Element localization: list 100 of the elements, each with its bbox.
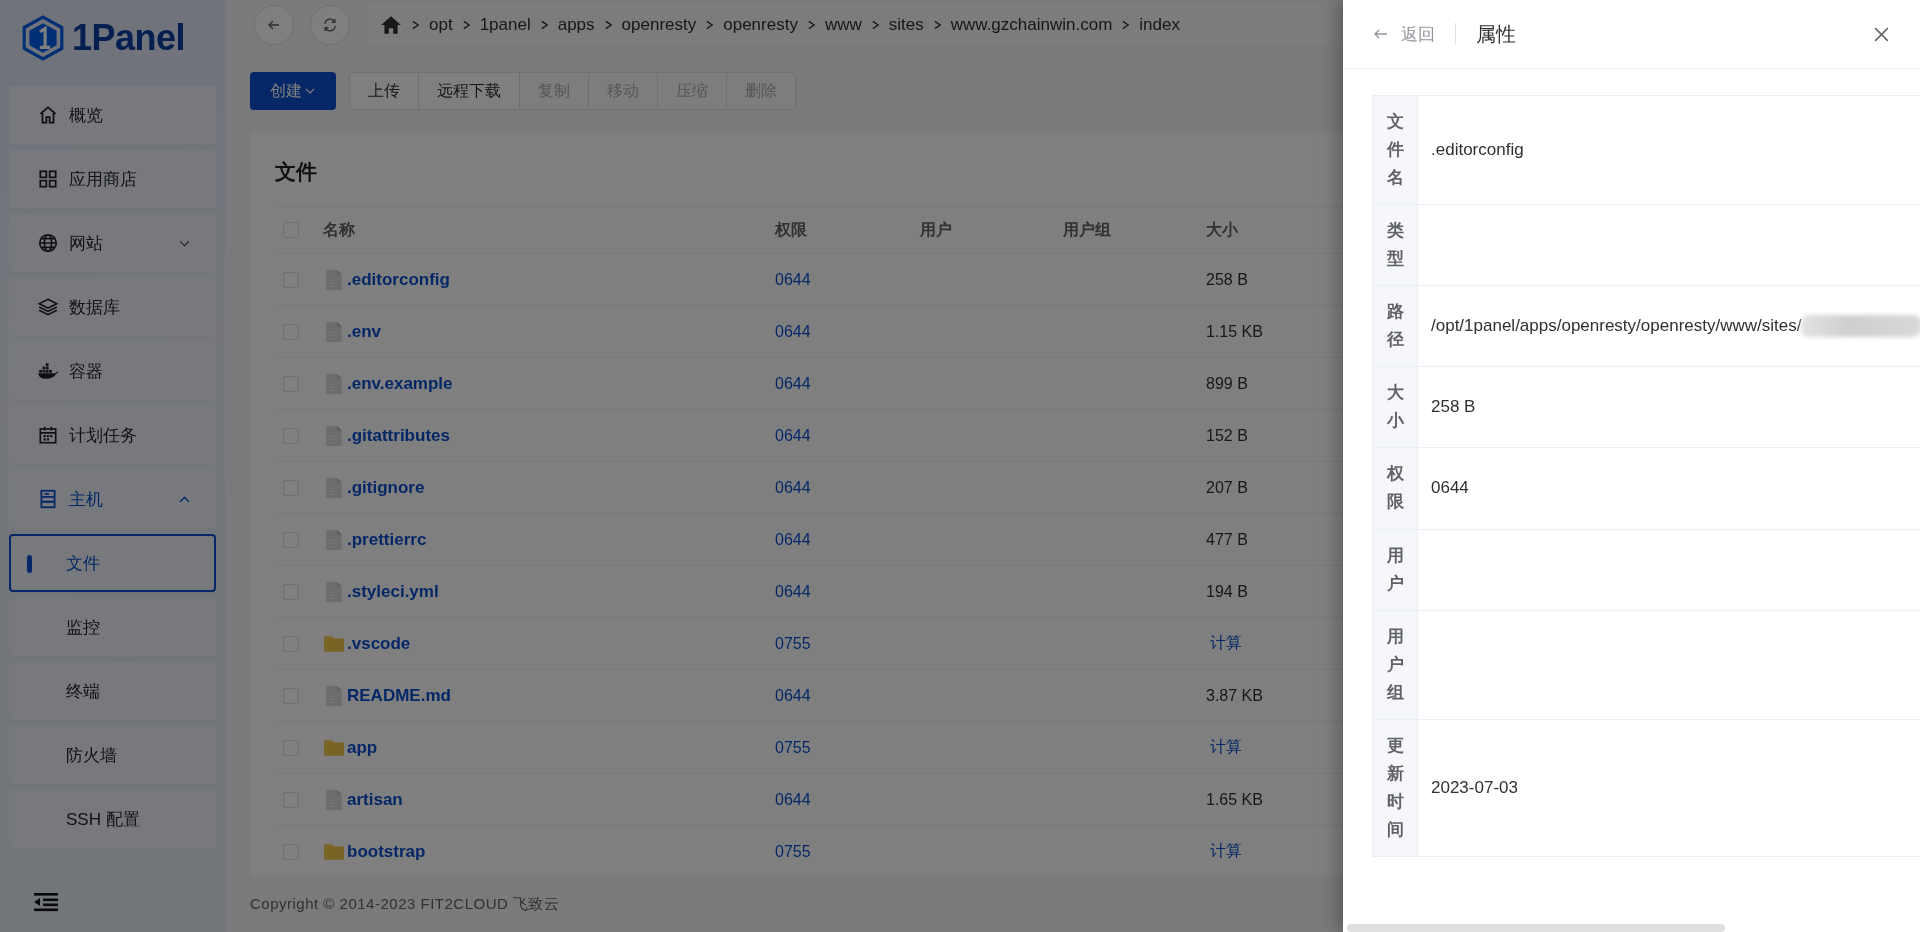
property-label: 用户组 bbox=[1373, 610, 1418, 719]
calendar-icon bbox=[37, 424, 59, 446]
breadcrumb-link[interactable]: openresty bbox=[723, 15, 798, 35]
property-value: .editorconfig bbox=[1431, 140, 1524, 161]
drawer-title: 属性 bbox=[1476, 21, 1517, 47]
sidebar-item[interactable]: 概览 bbox=[9, 86, 216, 144]
sidebar-item[interactable]: 文件 bbox=[9, 534, 216, 592]
file-name-link[interactable]: .editorconfig bbox=[347, 269, 450, 290]
chevron-right-icon bbox=[870, 19, 880, 31]
file-icon bbox=[323, 579, 345, 604]
logo-text: 1Panel bbox=[72, 17, 186, 59]
chevron-right-icon bbox=[705, 19, 715, 31]
table-cell: 1.65 KB bbox=[1206, 790, 1263, 809]
property-value: 0644 bbox=[1431, 478, 1469, 499]
permission-link[interactable]: 0755 bbox=[775, 634, 811, 653]
sidebar-item[interactable]: 容器 bbox=[9, 342, 216, 400]
card-title: 文件 bbox=[275, 159, 317, 185]
sidebar-item[interactable]: 网站 bbox=[9, 214, 216, 272]
file-icon bbox=[323, 267, 345, 292]
calculate-size-link[interactable]: 计算 bbox=[1206, 737, 1242, 758]
file-name-link[interactable]: .vscode bbox=[347, 633, 411, 654]
sidebar-item[interactable]: 防火墙 bbox=[9, 726, 216, 784]
file-name-link[interactable]: .styleci.yml bbox=[347, 581, 439, 602]
close-icon[interactable] bbox=[1873, 25, 1890, 43]
sidebar-item[interactable]: 应用商店 bbox=[9, 150, 216, 208]
property-label: 文件名 bbox=[1373, 96, 1418, 205]
permission-link[interactable]: 0644 bbox=[775, 582, 811, 601]
chevron-right-icon bbox=[1121, 19, 1131, 31]
file-name-link[interactable]: README.md bbox=[347, 685, 451, 706]
breadcrumb-link[interactable]: opt bbox=[429, 15, 453, 35]
permission-link[interactable]: 0755 bbox=[775, 842, 811, 861]
toolbar-button[interactable]: 远程下载 bbox=[418, 72, 520, 110]
column-header: 用户组 bbox=[1063, 219, 1111, 240]
sidebar-item[interactable]: 数据库 bbox=[9, 278, 216, 336]
breadcrumb-link[interactable]: www.gzchainwin.com bbox=[950, 15, 1113, 35]
horizontal-scrollbar[interactable] bbox=[1347, 924, 1725, 932]
permission-link[interactable]: 0644 bbox=[775, 530, 811, 549]
file-icon bbox=[323, 371, 345, 396]
file-name-link[interactable]: .env.example bbox=[347, 373, 453, 394]
whale-icon bbox=[37, 360, 59, 382]
sidebar-item[interactable]: 主机 bbox=[9, 470, 216, 528]
sidebar-item[interactable]: 监控 bbox=[9, 598, 216, 656]
breadcrumb-link[interactable]: sites bbox=[888, 15, 924, 35]
sidebar-item[interactable]: SSH 配置 bbox=[9, 790, 216, 848]
back-button[interactable] bbox=[254, 5, 294, 45]
breadcrumb-link[interactable]: index bbox=[1139, 15, 1180, 35]
menu-collapse-icon[interactable] bbox=[34, 892, 58, 912]
chevron-right-icon bbox=[411, 19, 420, 31]
file-icon bbox=[323, 423, 345, 448]
file-name-link[interactable]: .prettierrc bbox=[347, 529, 427, 550]
table-cell: 3.87 KB bbox=[1206, 686, 1263, 705]
table-cell: 152 B bbox=[1206, 426, 1248, 445]
table-cell: 1.15 KB bbox=[1206, 322, 1263, 341]
layers-icon bbox=[37, 296, 59, 318]
create-button[interactable]: 创建 bbox=[250, 72, 336, 110]
property-value: 2023-07-03 bbox=[1431, 777, 1518, 798]
permission-link[interactable]: 0644 bbox=[775, 322, 811, 341]
globe-icon bbox=[37, 232, 59, 254]
permission-link[interactable]: 0644 bbox=[775, 270, 811, 289]
calculate-size-link[interactable]: 计算 bbox=[1206, 633, 1242, 654]
file-name-link[interactable]: .gitattributes bbox=[347, 425, 450, 446]
file-icon bbox=[323, 683, 345, 708]
column-header: 大小 bbox=[1206, 219, 1238, 240]
chevron-right-icon bbox=[603, 19, 613, 31]
sidebar-item[interactable]: 终端 bbox=[9, 662, 216, 720]
breadcrumb-link[interactable]: openresty bbox=[621, 15, 697, 35]
table-cell: 899 B bbox=[1206, 374, 1248, 393]
permission-link[interactable]: 0644 bbox=[775, 426, 811, 445]
home-icon[interactable] bbox=[380, 14, 402, 36]
permission-link[interactable]: 0644 bbox=[775, 374, 811, 393]
table-cell: 477 B bbox=[1206, 530, 1248, 549]
chevron-right-icon bbox=[932, 19, 942, 31]
permission-link[interactable]: 0644 bbox=[775, 790, 811, 809]
copyright-text: Copyright © 2014-2023 FIT2CLOUD 飞致云 bbox=[250, 894, 560, 914]
file-name-link[interactable]: artisan bbox=[347, 789, 403, 810]
hexagon-logo-icon bbox=[22, 15, 64, 61]
breadcrumb-link[interactable]: apps bbox=[557, 15, 595, 35]
refresh-button[interactable] bbox=[310, 5, 350, 45]
toolbar-button[interactable]: 上传 bbox=[349, 72, 419, 110]
file-icon bbox=[323, 319, 345, 344]
permission-link[interactable]: 0644 bbox=[775, 686, 811, 705]
permission-link[interactable]: 0644 bbox=[775, 478, 811, 497]
file-name-link[interactable]: .env bbox=[347, 321, 382, 342]
chevron-right-icon bbox=[539, 19, 549, 31]
table-cell: 207 B bbox=[1206, 478, 1248, 497]
table-cell: 258 B bbox=[1206, 270, 1248, 289]
property-label: 类型 bbox=[1373, 205, 1418, 286]
permission-link[interactable]: 0755 bbox=[775, 738, 811, 757]
file-name-link[interactable]: app bbox=[347, 737, 378, 758]
back-link[interactable]: 返回 bbox=[1373, 22, 1435, 46]
sidebar-item[interactable]: 计划任务 bbox=[9, 406, 216, 464]
breadcrumb-link[interactable]: www bbox=[824, 15, 862, 35]
file-icon bbox=[323, 475, 345, 500]
chevron-right-icon bbox=[461, 19, 471, 31]
breadcrumb-link[interactable]: 1panel bbox=[479, 15, 531, 35]
file-name-link[interactable]: .gitignore bbox=[347, 477, 425, 498]
calculate-size-link[interactable]: 计算 bbox=[1206, 841, 1242, 862]
property-label: 权限 bbox=[1373, 448, 1418, 529]
file-name-link[interactable]: bootstrap bbox=[347, 841, 426, 862]
property-value: /opt/1panel/apps/openresty/openresty/www/sites/ bbox=[1431, 316, 1802, 337]
